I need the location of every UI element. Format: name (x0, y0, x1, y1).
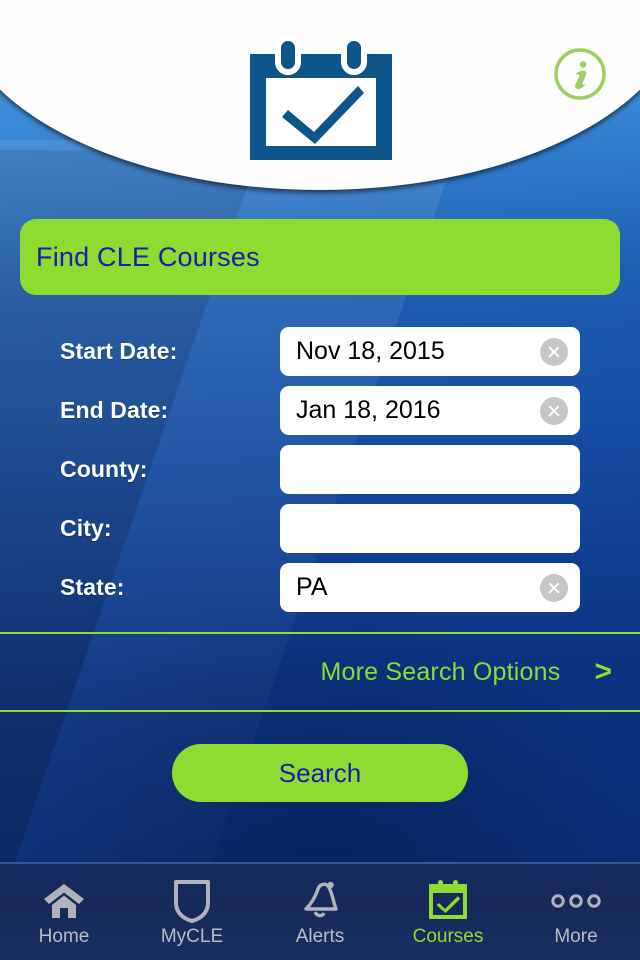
form-row-start-date: Start Date: Nov 18, 2015 (0, 322, 640, 381)
start-date-input[interactable]: Nov 18, 2015 (280, 327, 580, 376)
tab-alerts[interactable]: Alerts (256, 864, 384, 960)
city-label: City: (60, 515, 112, 541)
page-title-bar: Find CLE Courses (20, 219, 620, 295)
search-form: Start Date: Nov 18, 2015 End Date: Jan 1… (0, 322, 640, 617)
bell-icon (298, 880, 342, 922)
clear-end-date-icon[interactable] (540, 396, 568, 425)
home-icon (42, 880, 86, 922)
state-label: State: (60, 574, 125, 600)
clear-start-date-icon[interactable] (540, 337, 568, 366)
tab-home-label: Home (38, 926, 90, 947)
more-search-options-row[interactable]: More Search Options > (0, 632, 640, 712)
tab-bar: Home MyCLE Alerts Courses More (0, 862, 640, 960)
calendar-check-icon (426, 880, 470, 922)
three-dots-icon (550, 880, 602, 922)
start-date-value: Nov 18, 2015 (296, 337, 445, 365)
county-label: County: (60, 456, 148, 482)
end-date-value: Jan 18, 2016 (296, 396, 441, 424)
start-date-label: Start Date: (60, 338, 178, 364)
tab-more[interactable]: More (512, 864, 640, 960)
app-screen: Find CLE Courses Start Date: Nov 18, 201… (0, 0, 640, 960)
county-input[interactable] (280, 445, 580, 494)
form-row-end-date: End Date: Jan 18, 2016 (0, 381, 640, 440)
shield-icon (172, 880, 212, 923)
search-button[interactable]: Search (172, 744, 468, 802)
end-date-label: End Date: (60, 397, 169, 423)
city-input[interactable] (280, 504, 580, 553)
tab-alerts-label: Alerts (295, 926, 345, 947)
end-date-input[interactable]: Jan 18, 2016 (280, 386, 580, 435)
state-value: PA (296, 573, 328, 601)
tab-home[interactable]: Home (0, 864, 128, 960)
state-input[interactable]: PA (280, 563, 580, 612)
tab-courses[interactable]: Courses (384, 864, 512, 960)
tab-more-label: More (554, 926, 598, 947)
more-search-options-label: More Search Options (320, 657, 561, 686)
calendar-check-icon (246, 35, 396, 164)
info-button[interactable] (552, 46, 608, 102)
chevron-right-icon: > (594, 655, 612, 688)
tab-mycle[interactable]: MyCLE (128, 864, 256, 960)
form-row-state: State: PA (0, 558, 640, 617)
tab-mycle-label: MyCLE (160, 926, 224, 947)
tab-courses-label: Courses (412, 926, 484, 947)
form-row-city: City: (0, 499, 640, 558)
page-title: Find CLE Courses (36, 241, 260, 272)
clear-state-icon[interactable] (540, 573, 568, 602)
header (0, 0, 640, 200)
form-row-county: County: (0, 440, 640, 499)
